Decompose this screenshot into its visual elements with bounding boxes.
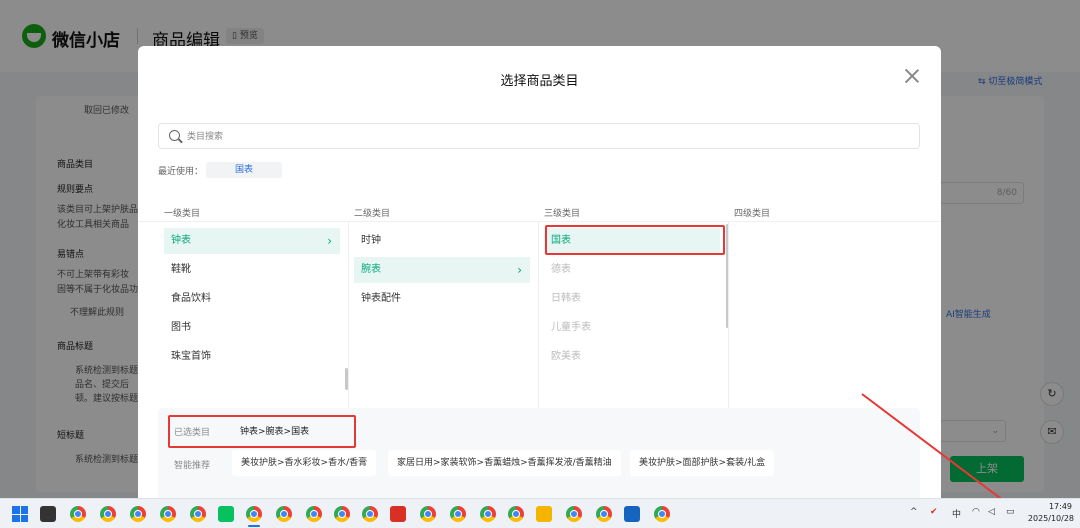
modal-title: 选择商品类目: [500, 74, 579, 89]
clock-date[interactable]: 2025/10/28: [1024, 514, 1074, 523]
app-icon[interactable]: [624, 506, 640, 522]
chevron-right-icon: ›: [327, 234, 332, 248]
chevron-right-icon: ›: [517, 263, 522, 277]
battery-icon[interactable]: ▭: [1006, 507, 1015, 517]
annotation-box: [168, 415, 356, 448]
level1-item[interactable]: 珠宝首饰: [164, 344, 340, 370]
level1-item[interactable]: 鞋靴: [164, 257, 340, 283]
chrome-icon[interactable]: [334, 506, 350, 522]
level2-item[interactable]: 时钟: [354, 228, 530, 254]
level1-item[interactable]: 食品饮料: [164, 286, 340, 312]
chrome-icon[interactable]: [566, 506, 582, 522]
wps-icon[interactable]: [390, 506, 406, 522]
wechat-icon[interactable]: [218, 506, 234, 522]
level1-item[interactable]: 钟表 ›: [164, 228, 340, 254]
level3-item[interactable]: 儿童手表: [544, 315, 720, 341]
level4-column: [728, 222, 918, 412]
task-view-icon[interactable]: [40, 506, 56, 522]
level3-item[interactable]: 欧美表: [544, 344, 720, 370]
chrome-icon[interactable]: [362, 506, 378, 522]
level1-item[interactable]: 图书: [164, 315, 340, 341]
close-icon[interactable]: [904, 68, 920, 84]
column-header: 四级类目: [734, 209, 771, 219]
column-header: 三级类目: [544, 209, 581, 219]
active-indicator: [248, 525, 260, 527]
recommendation-chip[interactable]: 家居日用>家装软饰>香薰蜡烛>香薰挥发液/香薰精油: [388, 450, 621, 476]
windows-start-icon[interactable]: [12, 506, 28, 522]
level3-item[interactable]: 日韩表: [544, 286, 720, 312]
search-input[interactable]: [187, 128, 907, 146]
chrome-icon[interactable]: [450, 506, 466, 522]
antivirus-icon[interactable]: ✔: [930, 507, 938, 517]
level2-item[interactable]: 钟表配件: [354, 286, 530, 312]
chrome-icon[interactable]: [306, 506, 322, 522]
recent-item[interactable]: 国表: [206, 162, 282, 178]
recommendation-chip[interactable]: 美妆护肤>面部护肤>套装/礼盒: [630, 450, 775, 476]
search-box[interactable]: [158, 123, 920, 149]
chrome-icon[interactable]: [420, 506, 436, 522]
recent-label: 最近使用：: [158, 167, 204, 177]
clock-time[interactable]: 17:49: [1044, 502, 1072, 511]
chrome-icon[interactable]: [654, 506, 670, 522]
chrome-icon[interactable]: [130, 506, 146, 522]
wifi-icon[interactable]: ◠: [972, 507, 980, 517]
folder-icon[interactable]: [536, 506, 552, 522]
search-icon: [169, 130, 180, 141]
chrome-icon[interactable]: [276, 506, 292, 522]
column-header: 二级类目: [354, 209, 391, 219]
volume-icon[interactable]: ◁: [988, 507, 995, 517]
recommend-label: 智能推荐: [174, 461, 211, 471]
column-header: 一级类目: [164, 209, 201, 219]
level2-item[interactable]: 腕表 ›: [354, 257, 530, 283]
chrome-icon[interactable]: [190, 506, 206, 522]
chrome-icon[interactable]: [596, 506, 612, 522]
level3-item[interactable]: 德表: [544, 257, 720, 283]
chevron-up-icon[interactable]: ^: [910, 507, 918, 517]
chrome-icon[interactable]: [246, 506, 262, 522]
category-modal: 选择商品类目 最近使用： 国表 一级类目 二级类目 三级类目 四级类目 钟表› …: [138, 46, 941, 498]
chrome-icon[interactable]: [160, 506, 176, 522]
taskbar: ^ ✔ 中 ◠ ◁ ▭: [0, 498, 1080, 528]
chrome-icon[interactable]: [100, 506, 116, 522]
chrome-icon[interactable]: [480, 506, 496, 522]
recommendation-chip[interactable]: 美妆护肤>香水彩妆>香水/香膏: [232, 450, 377, 476]
level1-column: 钟表 › 鞋靴 食品饮料 图书 珠宝首饰: [158, 222, 348, 412]
chrome-icon[interactable]: [508, 506, 524, 522]
ime-indicator[interactable]: 中: [952, 507, 961, 520]
annotation-box: [545, 225, 725, 255]
chrome-icon[interactable]: [70, 506, 86, 522]
level2-column: 时钟 腕表 › 钟表配件: [348, 222, 538, 412]
